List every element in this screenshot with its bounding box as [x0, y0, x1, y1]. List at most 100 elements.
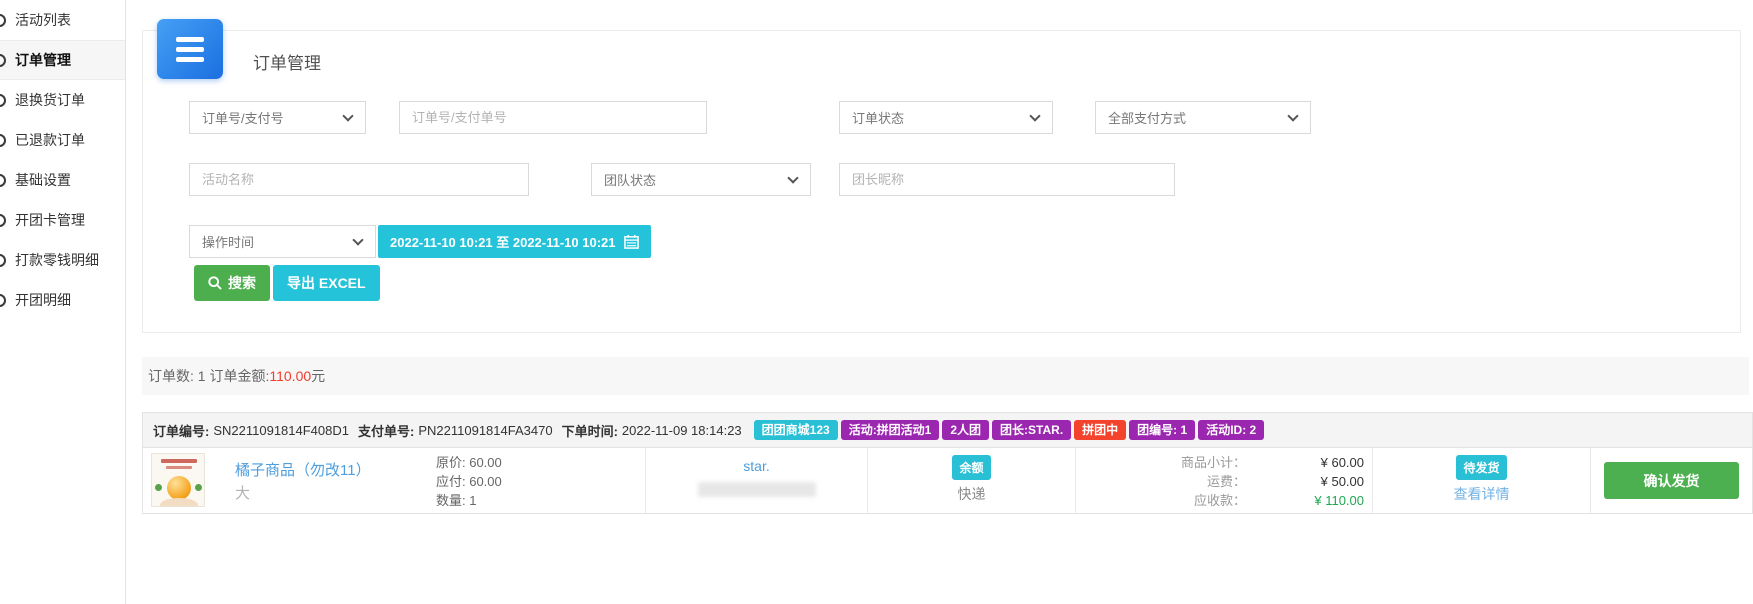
chevron-down-icon	[787, 172, 798, 183]
group-id-badge: 团编号: 1	[1129, 420, 1195, 440]
activity-id-badge: 活动ID: 2	[1198, 420, 1264, 440]
select-value: 订单状态	[852, 108, 904, 127]
radio-circle-icon	[0, 174, 6, 187]
sidebar-item-label: 已退款订单	[15, 130, 85, 150]
page-title: 订单管理	[253, 49, 321, 74]
order-status-select[interactable]: 订单状态	[839, 101, 1053, 134]
radio-circle-icon	[0, 14, 6, 27]
buyer-name-link[interactable]: star.	[646, 458, 867, 474]
chevron-down-icon	[1287, 110, 1298, 121]
hamburger-icon	[176, 47, 204, 52]
pay-method-select[interactable]: 全部支付方式	[1095, 101, 1311, 134]
shipping-label: 运费：	[1207, 472, 1246, 491]
sidebar-item-payment-detail[interactable]: 打款零钱明细	[0, 240, 125, 280]
action-cell: 确认发货	[1591, 448, 1752, 513]
date-range-picker[interactable]: 2022-11-10 10:21 至 2022-11-10 10:21	[378, 225, 651, 258]
view-detail-link[interactable]: 查看详情	[1373, 484, 1590, 504]
radio-circle-icon	[0, 94, 6, 107]
subtotal-value: ¥ 60.00	[1246, 453, 1364, 472]
order-no-label: 订单编号:	[153, 421, 209, 440]
pay-no-value: PN2211091814FA3470	[418, 423, 552, 438]
select-value: 团队状态	[604, 170, 656, 189]
leader-badge: 团长:STAR.	[992, 420, 1071, 440]
sidebar-item-return-orders[interactable]: 退换货订单	[0, 80, 125, 120]
chevron-down-icon	[342, 110, 353, 121]
calendar-icon	[624, 234, 639, 249]
summary-unit: 元	[311, 366, 325, 386]
order-field-select[interactable]: 订单号/支付号	[189, 101, 366, 134]
radio-circle-icon	[0, 294, 6, 307]
filter-card: 订单管理 订单号/支付号 订单状态 全部支付方式 团队状态 操作时间 2022-…	[142, 30, 1741, 333]
hamburger-icon	[176, 37, 204, 42]
export-excel-button[interactable]: 导出 EXCEL	[273, 265, 380, 301]
select-value: 操作时间	[202, 232, 254, 251]
sidebar-item-label: 开团卡管理	[15, 210, 85, 230]
select-value: 订单号/支付号	[202, 108, 284, 127]
status-cell: 待发货 查看详情	[1373, 448, 1591, 513]
sidebar-item-label: 活动列表	[15, 10, 71, 30]
sidebar-item-label: 开团明细	[15, 290, 71, 310]
thumb-decoration	[166, 466, 192, 469]
group-size-badge: 2人团	[942, 420, 989, 440]
chevron-down-icon	[352, 234, 363, 245]
confirm-ship-button[interactable]: 确认发货	[1604, 462, 1739, 499]
subtotal-label: 商品小计：	[1181, 453, 1246, 472]
leader-nickname-input[interactable]	[839, 163, 1175, 196]
summary-text: 订单数: 1 订单金额:	[148, 366, 269, 386]
pay-no-label: 支付单号:	[358, 421, 414, 440]
sidebar-item-label: 订单管理	[15, 50, 71, 70]
quantity: 数量: 1	[436, 491, 502, 510]
activity-badge: 活动:拼团活动1	[841, 420, 940, 440]
delivery-method: 快递	[868, 484, 1075, 504]
export-button-label: 导出 EXCEL	[287, 273, 366, 293]
product-cell: 橘子商品（勿改11） 大 原价: 60.00 应付: 60.00 数量: 1	[143, 448, 646, 513]
shop-badge: 团团商城123	[754, 420, 838, 440]
payment-method-badge: 余额	[952, 455, 990, 480]
order-row: 橘子商品（勿改11） 大 原价: 60.00 应付: 60.00 数量: 1 s…	[142, 448, 1753, 514]
product-image[interactable]	[151, 453, 205, 507]
activity-name-input[interactable]	[189, 163, 529, 196]
time-field-select[interactable]: 操作时间	[189, 225, 376, 258]
sidebar-item-label: 退换货订单	[15, 90, 85, 110]
hamburger-icon	[176, 57, 204, 62]
team-status-select[interactable]: 团队状态	[591, 163, 811, 196]
menu-toggle-button[interactable]	[157, 19, 223, 79]
group-status-badge: 拼团中	[1074, 420, 1126, 440]
sidebar-item-label: 基础设置	[15, 170, 71, 190]
thumb-decoration	[167, 476, 191, 500]
chevron-down-icon	[1029, 110, 1040, 121]
product-variant: 大	[235, 482, 250, 503]
censored-contact-info	[698, 482, 816, 497]
order-management-page: 活动列表 订单管理 退换货订单 已退款订单 基础设置 开团卡管理 打款零钱明细	[0, 0, 1753, 604]
sidebar-item-group-card-management[interactable]: 开团卡管理	[0, 200, 125, 240]
order-no-value: SN2211091814F408D1	[213, 423, 349, 438]
sidebar-item-label: 打款零钱明细	[15, 250, 99, 270]
product-name-link[interactable]: 橘子商品（勿改11）	[235, 459, 371, 480]
sidebar-item-basic-settings[interactable]: 基础设置	[0, 160, 125, 200]
order-time-value: 2022-11-09 18:14:23	[622, 423, 742, 438]
sidebar-item-activity-list[interactable]: 活动列表	[0, 0, 125, 40]
thumb-decoration	[155, 484, 162, 491]
sidebar-item-refunded-orders[interactable]: 已退款订单	[0, 120, 125, 160]
payment-cell: 余额 快递	[868, 448, 1076, 513]
order-number-input[interactable]	[399, 101, 707, 134]
shipping-value: ¥ 50.00	[1246, 472, 1364, 491]
date-range-value: 2022-11-10 10:21 至 2022-11-10 10:21	[390, 232, 616, 251]
receivable-label: 应收款：	[1194, 491, 1246, 510]
order-card: 订单编号: SN2211091814F408D1 支付单号: PN2211091…	[142, 412, 1753, 514]
receivable-value: ¥ 110.00	[1246, 491, 1364, 510]
summary-amount: 110.00	[269, 368, 311, 384]
radio-circle-icon	[0, 254, 6, 267]
search-icon	[208, 276, 222, 290]
radio-circle-icon	[0, 54, 6, 67]
order-status-badge: 待发货	[1456, 455, 1506, 480]
search-button-label: 搜索	[228, 273, 256, 293]
sidebar-item-order-management[interactable]: 订单管理	[0, 40, 125, 80]
select-value: 全部支付方式	[1108, 108, 1186, 127]
thumb-decoration	[161, 459, 197, 463]
original-price: 原价: 60.00	[436, 453, 502, 472]
payable-price: 应付: 60.00	[436, 472, 502, 491]
sidebar-item-group-detail[interactable]: 开团明细	[0, 280, 125, 320]
search-button[interactable]: 搜索	[194, 265, 270, 301]
thumb-decoration	[195, 484, 202, 491]
